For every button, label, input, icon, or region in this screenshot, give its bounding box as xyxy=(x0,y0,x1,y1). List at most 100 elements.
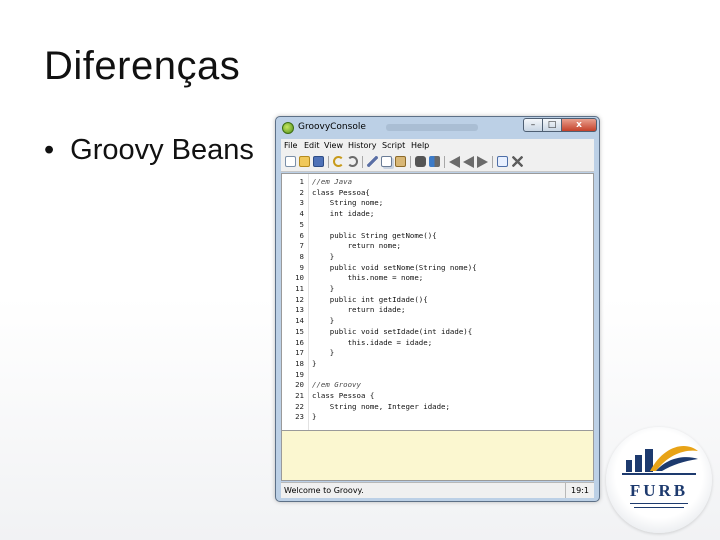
line-number: 9 xyxy=(299,262,304,272)
furb-logo-emblem xyxy=(622,445,698,508)
code-text: } xyxy=(312,251,335,261)
menu-script[interactable]: Script xyxy=(382,141,405,150)
close-button[interactable]: x xyxy=(561,118,597,132)
code-text: String nome; xyxy=(312,198,384,208)
interrupt-icon[interactable] xyxy=(512,156,523,167)
toolbar xyxy=(281,153,594,172)
code-text: public void setIdade(int idade){ xyxy=(312,326,473,336)
code-line: 20 //em Groovy xyxy=(282,380,582,391)
code-line: 12 public int getIdade(){ xyxy=(282,295,582,306)
code-line: 11 } xyxy=(282,284,582,295)
toolbar-separator xyxy=(444,156,445,168)
code-line: 9 public void setNome(String nome){ xyxy=(282,263,582,274)
line-number: 5 xyxy=(299,219,304,229)
cut-icon[interactable] xyxy=(367,156,378,167)
line-number: 23 xyxy=(295,412,304,422)
output-pane[interactable] xyxy=(281,431,594,481)
window-title: GroovyConsole xyxy=(298,122,366,132)
code-line: 13 return idade; xyxy=(282,305,582,316)
line-number: 18 xyxy=(295,358,304,368)
open-icon[interactable] xyxy=(299,156,310,167)
code-line: 10 this.nome = nome; xyxy=(282,273,582,284)
code-line: 7 return nome; xyxy=(282,241,582,252)
new-file-icon[interactable] xyxy=(285,156,296,167)
menu-file[interactable]: File xyxy=(284,141,297,150)
line-number: 19 xyxy=(295,369,304,379)
line-number: 8 xyxy=(299,251,304,261)
code-line: 15 public void setIdade(int idade){ xyxy=(282,327,582,338)
code-line: 21 class Pessoa { xyxy=(282,391,582,402)
code-text: } xyxy=(312,358,317,368)
code-text: class Pessoa { xyxy=(312,391,375,400)
bullet-marker: • xyxy=(44,134,55,166)
code-line: 5 xyxy=(282,220,582,231)
code-text: return idade; xyxy=(312,305,406,315)
line-number: 3 xyxy=(299,198,304,208)
history-next-icon[interactable] xyxy=(477,156,488,168)
menu-history[interactable]: History xyxy=(348,141,376,150)
code-text: this.idade = idade; xyxy=(312,337,433,347)
find-icon[interactable] xyxy=(415,156,426,167)
code-line: 8 } xyxy=(282,252,582,263)
menu-bar: File Edit View History Script Help xyxy=(281,139,594,153)
line-number: 1 xyxy=(299,177,304,186)
bullet-text: Groovy Beans xyxy=(70,134,254,166)
title-bar[interactable]: GroovyConsole – □ x xyxy=(276,117,599,139)
maximize-button[interactable]: □ xyxy=(542,118,562,132)
line-number: 21 xyxy=(295,391,304,400)
history-previous-icon[interactable] xyxy=(449,156,460,168)
run-icon[interactable] xyxy=(497,156,508,167)
copy-icon[interactable] xyxy=(381,156,392,167)
code-line: 6 public String getNome(){ xyxy=(282,231,582,242)
code-line: 18} xyxy=(282,359,582,370)
furb-logo-text: FURB xyxy=(629,481,689,500)
menu-help[interactable]: Help xyxy=(411,141,429,150)
line-number: 15 xyxy=(295,326,304,336)
code-editor[interactable]: 1//em Java 2 class Pessoa{3 String nome; 4 … xyxy=(281,173,594,431)
code-text: public void setNome(String nome){ xyxy=(312,262,477,272)
undo-icon[interactable] xyxy=(333,156,344,167)
code-text: public int getIdade(){ xyxy=(312,294,428,304)
code-text: //em Groovy xyxy=(312,380,361,390)
code-text: this.nome = nome; xyxy=(312,273,424,283)
toolbar-separator xyxy=(328,156,329,168)
line-number: 7 xyxy=(299,241,304,251)
blurred-title-text xyxy=(386,124,478,131)
code-text: int idade; xyxy=(312,209,375,219)
code-line: 22 String nome, Integer idade; xyxy=(282,402,582,413)
slide-title: Diferenças xyxy=(44,44,241,88)
save-icon[interactable] xyxy=(313,156,324,167)
toolbar-separator xyxy=(362,156,363,168)
code-text: } xyxy=(312,348,335,358)
line-number: 13 xyxy=(295,305,304,315)
groovy-console-window: GroovyConsole – □ x File Edit View Histo… xyxy=(275,116,600,502)
groovy-app-icon xyxy=(282,122,294,134)
replace-icon[interactable] xyxy=(429,156,440,167)
code-text: } xyxy=(312,412,317,422)
toolbar-separator xyxy=(492,156,493,168)
status-bar: Welcome to Groovy. 19:1 xyxy=(281,482,594,498)
code-text: } xyxy=(312,316,335,326)
bullet-item: • Groovy Beans xyxy=(44,134,254,167)
code-text: public String getNome(){ xyxy=(312,230,437,240)
line-number: 4 xyxy=(299,209,304,219)
code-line: 14 } xyxy=(282,316,582,327)
line-number: 14 xyxy=(295,316,304,326)
toolbar-separator xyxy=(410,156,411,168)
line-number: 20 xyxy=(295,380,304,390)
code-text: } xyxy=(312,284,335,293)
line-number: 22 xyxy=(295,401,304,411)
history-back-icon[interactable] xyxy=(463,156,474,168)
line-number: 10 xyxy=(295,273,304,283)
redo-icon[interactable] xyxy=(347,156,358,167)
paste-icon[interactable] xyxy=(395,156,406,167)
code-line: 17 } xyxy=(282,348,582,359)
menu-view[interactable]: View xyxy=(324,141,343,150)
minimize-button[interactable]: – xyxy=(523,118,543,132)
code-line: 3 String nome; xyxy=(282,198,582,209)
cursor-position: 19:1 xyxy=(565,483,594,498)
menu-edit[interactable]: Edit xyxy=(304,141,320,150)
code-text: String nome, Integer idade; xyxy=(312,401,450,411)
code-line: 2 class Pessoa{ xyxy=(282,188,582,199)
code-line: 4 int idade; xyxy=(282,209,582,220)
